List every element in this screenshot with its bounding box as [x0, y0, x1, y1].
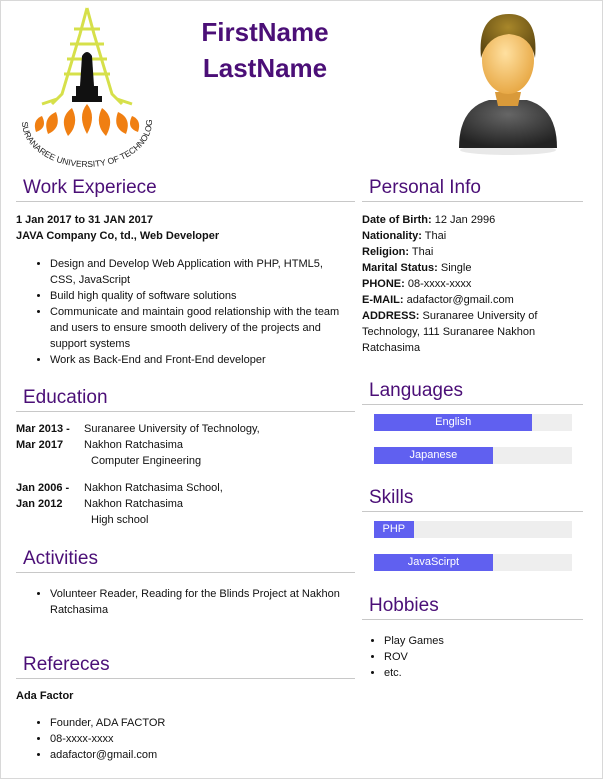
list-item: 08-xxxx-xxxx	[50, 731, 346, 747]
personal-info: Date of Birth: 12 Jan 2996 Nationality: …	[362, 214, 538, 354]
list-item: Work as Back-End and Front-End developer	[50, 352, 346, 368]
education-date: Jan 2006 - Jan 2012	[16, 482, 70, 510]
list-item: Play Games	[384, 633, 570, 649]
list-item: adafactor@gmail.com	[50, 747, 346, 763]
references-list: Founder, ADA FACTOR 08-xxxx-xxxx adafact…	[16, 715, 346, 763]
activities-list: Volunteer Reader, Reading for the Blinds…	[16, 586, 346, 618]
list-item: Communicate and maintain good relationsh…	[50, 304, 346, 352]
language-bar-japanese: Japanese	[374, 447, 572, 464]
skill-bar-php: PHP	[374, 521, 572, 538]
education-section-title: Education	[16, 387, 355, 412]
list-item: Founder, ADA FACTOR	[50, 715, 346, 731]
last-name: LastName	[202, 53, 328, 83]
personal-section-title: Personal Info	[362, 177, 583, 202]
language-bar-english: English	[374, 414, 572, 431]
skills-section-title: Skills	[362, 487, 583, 512]
dob-value: 12 Jan 2996	[434, 214, 496, 226]
list-item: Build high quality of software solutions	[50, 288, 346, 304]
list-item: ROV	[384, 649, 570, 665]
education-entry: Nakhon Ratchasima School, Nakhon Ratchas…	[84, 482, 223, 526]
education-date: Mar 2013 - Mar 2017	[16, 423, 70, 451]
work-section-title: Work Experiece	[16, 177, 355, 202]
list-item: etc.	[384, 665, 570, 681]
work-period: 1 Jan 2017 to 31 JAN 2017	[16, 214, 153, 226]
hobbies-list: Play Games ROV etc.	[350, 633, 570, 681]
work-header: 1 Jan 2017 to 31 JAN 2017 JAVA Company C…	[16, 212, 346, 244]
work-list: Design and Develop Web Application with …	[16, 256, 346, 368]
avatar	[459, 14, 557, 155]
religion-value: Thai	[411, 246, 434, 258]
list-item: Design and Develop Web Application with …	[50, 256, 346, 288]
education-entry: Suranaree University of Technology, Nakh…	[84, 423, 260, 467]
references-section-title: Refereces	[16, 654, 355, 679]
university-logo: SURANAREE UNIVERSITY OF TECHNOLOGY	[12, 4, 154, 168]
languages-section-title: Languages	[362, 380, 583, 405]
marital-value: Single	[440, 262, 472, 274]
list-item: Volunteer Reader, Reading for the Blinds…	[50, 586, 346, 618]
reference-name: Ada Factor	[16, 690, 74, 702]
activities-section-title: Activities	[16, 548, 355, 573]
candidate-name: FirstName LastName	[175, 14, 355, 86]
email-value: adafactor@gmail.com	[406, 294, 514, 306]
nationality-value: Thai	[424, 230, 447, 242]
hobbies-section-title: Hobbies	[362, 595, 583, 620]
work-company: JAVA Company Co, td., Web Developer	[16, 230, 220, 242]
phone-value: 08-xxxx-xxxx	[407, 278, 472, 290]
skill-bar-javascript: JavaScirpt	[374, 554, 572, 571]
first-name: FirstName	[201, 17, 329, 47]
